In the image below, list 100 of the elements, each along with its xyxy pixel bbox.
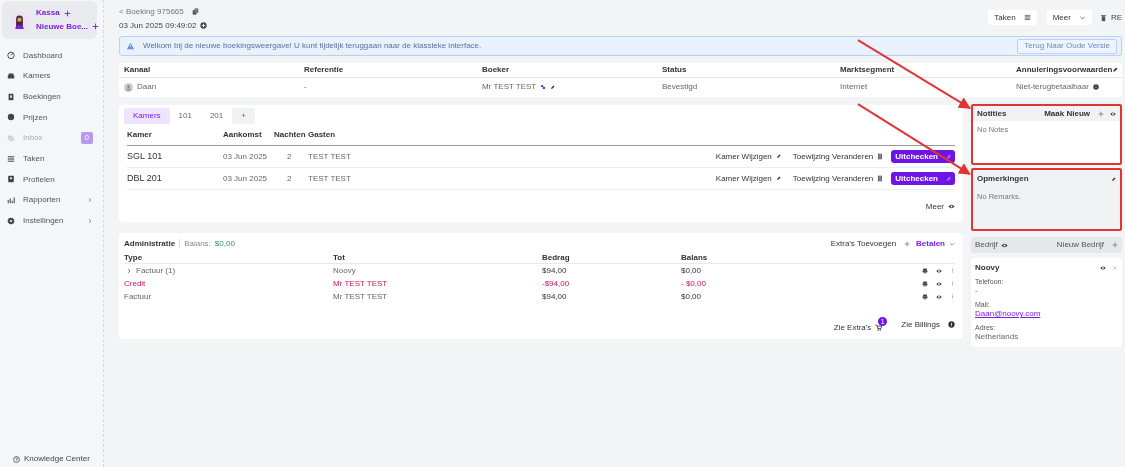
table-cell: 03 Jun 2025 bbox=[223, 151, 268, 161]
section-title: Administratie bbox=[124, 238, 181, 249]
column-header: Boeker bbox=[482, 65, 510, 75]
see-billings-button[interactable]: Zie Billings bbox=[901, 320, 955, 330]
room-tab[interactable]: Kamers bbox=[124, 108, 170, 125]
printer-icon[interactable] bbox=[922, 280, 928, 287]
field-value: Netherlands bbox=[975, 332, 1020, 342]
table-cell: $94,00 bbox=[542, 265, 567, 276]
eye-icon[interactable] bbox=[936, 280, 942, 287]
chevron-icon bbox=[87, 217, 93, 224]
column-header: Balans bbox=[681, 253, 708, 263]
column-header: Aankomst bbox=[223, 129, 262, 139]
change-room-button[interactable]: Kamer Wijzigen bbox=[715, 151, 781, 162]
table-cell: Factuur bbox=[124, 291, 152, 302]
room-tab[interactable]: 101 bbox=[169, 108, 201, 125]
table-cell: DBL 201 bbox=[127, 173, 162, 184]
check-out-button[interactable]: Uitchecken bbox=[891, 150, 955, 164]
eye-icon bbox=[948, 203, 955, 211]
table-cell: 2 bbox=[287, 173, 292, 183]
more-button[interactable]: Meer bbox=[1046, 10, 1092, 26]
room-tab[interactable]: 201 bbox=[200, 108, 233, 125]
eye-icon[interactable] bbox=[1000, 241, 1008, 249]
pencil-icon[interactable] bbox=[550, 84, 556, 90]
column-header: Kanaal bbox=[124, 65, 151, 75]
breadcrumb-link[interactable]: < Boeking 975665 bbox=[119, 7, 184, 17]
warning-icon bbox=[126, 42, 135, 51]
alert-message: Welkom bij de nieuwe boekingsweergave! U kunt tijdelijk teruggaan naar de klassieke interface. bbox=[143, 41, 483, 51]
sidebar-item[interactable]: Instellingen bbox=[0, 210, 103, 232]
table-cell: Factuur (1) bbox=[136, 265, 176, 276]
printer-icon[interactable] bbox=[922, 267, 928, 274]
new-company-button[interactable]: Nieuw Bedrijf bbox=[1056, 240, 1118, 250]
table-cell: Bevestigd bbox=[662, 82, 698, 92]
knowledge-center-link[interactable]: Knowledge Center bbox=[13, 454, 103, 464]
sidebar-item[interactable]: Boekingen bbox=[0, 86, 103, 108]
eye-icon[interactable] bbox=[1110, 110, 1116, 117]
eye-icon[interactable] bbox=[1100, 265, 1106, 271]
chevron-icon[interactable] bbox=[126, 267, 132, 274]
sidebar-item[interactable]: Dashboard bbox=[0, 45, 103, 66]
list-icon bbox=[7, 154, 15, 163]
table-cell: SGL 101 bbox=[127, 151, 163, 162]
settings-icon bbox=[7, 216, 15, 225]
chevron-icon bbox=[87, 197, 93, 204]
sidebar-item[interactable]: Rapporten bbox=[0, 189, 103, 211]
sidebar-action-link[interactable]: Kassa bbox=[36, 8, 99, 18]
sidebar-item[interactable]: Taken bbox=[0, 148, 103, 170]
eye-icon[interactable] bbox=[936, 293, 942, 300]
user-icon bbox=[124, 82, 133, 92]
sidebar-item[interactable]: Profielen bbox=[0, 169, 103, 190]
pencil-icon bbox=[775, 176, 781, 182]
sidebar-item[interactable]: Prijzen bbox=[0, 107, 103, 128]
balance-value: $0,00 bbox=[214, 238, 235, 249]
avatar-icon bbox=[11, 11, 28, 29]
company-name: Noovy bbox=[975, 263, 1001, 273]
room-tab[interactable]: + bbox=[232, 108, 255, 125]
pay-button[interactable]: Betalen bbox=[916, 238, 955, 249]
pencil-icon[interactable] bbox=[1112, 67, 1119, 74]
check-out-button[interactable]: Uitchecken bbox=[891, 172, 955, 186]
column-header: Tot bbox=[333, 253, 345, 263]
column-header: Nachten bbox=[274, 129, 306, 139]
panel-title: Opmerkingen bbox=[977, 174, 1030, 184]
count-badge: 0 bbox=[80, 132, 93, 144]
caret-icon bbox=[1078, 14, 1086, 22]
user-label: RE bbox=[1110, 12, 1122, 23]
plus-icon bbox=[1112, 242, 1118, 249]
column-header: Kamer bbox=[127, 129, 152, 139]
table-cell: -$94,00 bbox=[542, 278, 570, 289]
plus-icon bbox=[92, 23, 99, 31]
table-cell: Mr TEST TEST bbox=[333, 291, 388, 302]
sidebar-item[interactable]: Kamers bbox=[0, 65, 103, 87]
id-card-icon bbox=[7, 175, 15, 184]
more-button[interactable]: Meer bbox=[925, 202, 955, 212]
table-cell: $94,00 bbox=[542, 291, 567, 302]
pencil-icon[interactable] bbox=[1111, 176, 1116, 182]
booking-timestamp: 03 Jun 2025 09:49:02 bbox=[119, 20, 197, 31]
eye-icon[interactable] bbox=[936, 267, 942, 274]
sidebar-action-link[interactable]: Nieuwe Boe... bbox=[36, 22, 99, 32]
email-link[interactable]: Daan@noovy.com bbox=[975, 309, 1118, 319]
copy-icon[interactable] bbox=[191, 8, 199, 16]
info-icon[interactable] bbox=[1092, 84, 1099, 91]
table-cell: $0,00 bbox=[681, 265, 702, 276]
change-room-button[interactable]: Kamer Wijzigen bbox=[715, 173, 781, 184]
field-value: - bbox=[975, 286, 979, 296]
reassign-button[interactable]: Toewijzing Veranderen bbox=[792, 151, 884, 162]
printer-icon[interactable] bbox=[922, 293, 928, 300]
create-new-button[interactable]: Maak Nieuw bbox=[1044, 108, 1104, 119]
table-cell: - $0,00 bbox=[681, 278, 706, 289]
inbox-icon bbox=[7, 134, 15, 143]
trash-icon[interactable] bbox=[1099, 13, 1107, 22]
table-cell: - bbox=[304, 82, 307, 92]
broom-icon bbox=[946, 176, 951, 182]
bed-icon bbox=[7, 72, 15, 81]
table-cell: 2 bbox=[287, 151, 292, 161]
add-extras-button[interactable]: Extra's Toevoegen bbox=[830, 238, 911, 249]
tasks-button[interactable]: Taken bbox=[988, 10, 1037, 26]
list-icon bbox=[1023, 14, 1031, 22]
plus-icon bbox=[1098, 110, 1104, 117]
reassign-button[interactable]: Toewijzing Veranderen bbox=[792, 173, 884, 184]
bar-chart-icon bbox=[7, 196, 15, 205]
table-cell: 03 Jun 2025 bbox=[223, 173, 268, 183]
cart-icon bbox=[875, 324, 883, 332]
